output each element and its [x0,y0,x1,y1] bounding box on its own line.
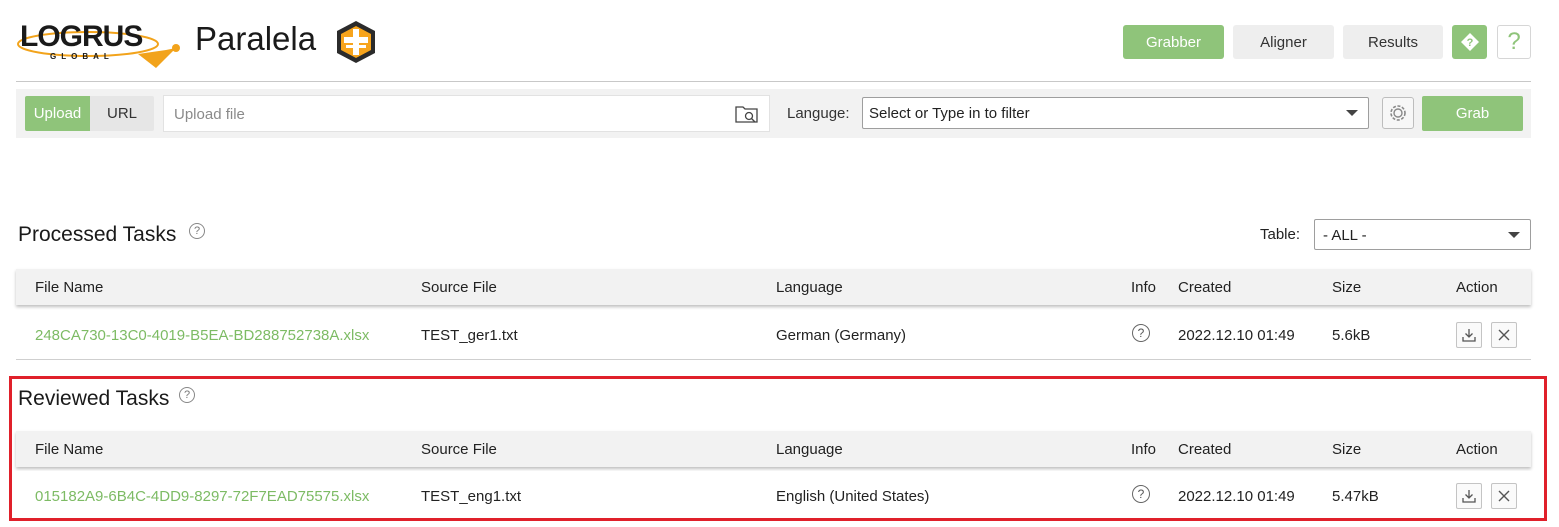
logrus-logo[interactable]: LOGRUS GLOBAL [16,18,186,68]
logo-wordmark: LOGRUS [20,20,143,53]
help-button[interactable]: ? [1497,25,1531,59]
table-row: 248CA730-13C0-4019-B5EA-BD288752738A.xls… [16,310,1531,360]
table-filter-label: Table: [1260,226,1301,243]
info-icon[interactable]: ? [1132,324,1150,342]
language-select[interactable]: Select or Type in to filter [862,97,1369,129]
upload-tab[interactable]: Upload [25,96,90,131]
nav-results-button[interactable]: Results [1343,25,1443,59]
processed-tasks-title: Processed Tasks [18,223,177,246]
col-info: Info [1131,441,1157,458]
chevron-down-icon [1508,232,1520,238]
settings-button[interactable] [1382,97,1414,129]
col-language[interactable]: Language [776,279,843,296]
col-size[interactable]: Size [1332,441,1361,458]
nav-aligner-button[interactable]: Aligner [1233,25,1334,59]
app-header: LOGRUS GLOBAL Paralela Grabber Aligner R… [0,0,1559,82]
download-button[interactable] [1456,322,1482,348]
reviewed-help-icon[interactable]: ? [179,387,195,403]
created-value: 2022.12.10 01:49 [1178,488,1295,505]
col-created[interactable]: Created [1178,441,1231,458]
col-info: Info [1131,279,1157,296]
download-button[interactable] [1456,483,1482,509]
row-divider [16,359,1531,360]
language-value: English (United States) [776,488,930,505]
language-select-placeholder: Select or Type in to filter [869,105,1030,122]
col-size[interactable]: Size [1332,279,1361,296]
col-created[interactable]: Created [1178,279,1231,296]
svg-text:?: ? [1466,37,1473,49]
url-tab[interactable]: URL [90,96,154,131]
info-icon[interactable]: ? [1132,485,1150,503]
download-icon [1462,490,1476,503]
download-icon [1462,329,1476,342]
gear-icon [1390,105,1406,121]
grab-toolbar: Upload URL Upload file Languge: Select o… [16,89,1531,138]
col-language[interactable]: Language [776,441,843,458]
col-file-name[interactable]: File Name [35,441,103,458]
created-value: 2022.12.10 01:49 [1178,327,1295,344]
paralela-app-icon [337,21,375,63]
source-file: TEST_ger1.txt [421,327,518,344]
file-name-link[interactable]: 015182A9-6B4C-4DD9-8297-72F7EAD75575.xls… [35,488,369,505]
close-icon [1498,490,1510,502]
table-filter-select[interactable]: - ALL - [1314,219,1531,250]
browse-folder-icon[interactable] [735,104,759,124]
source-file: TEST_eng1.txt [421,488,522,505]
col-source-file[interactable]: Source File [421,279,497,296]
size-value: 5.6kB [1332,327,1371,344]
chevron-down-icon [1346,110,1358,116]
language-label: Languge: [787,105,850,122]
processed-table-header: File Name Source File Language Info Crea… [16,269,1531,305]
nav-grabber-button[interactable]: Grabber [1123,25,1224,59]
col-action: Action [1456,441,1498,458]
question-diamond-icon: ? [1460,33,1479,51]
grab-button[interactable]: Grab [1422,96,1523,131]
size-value: 5.47kB [1332,488,1379,505]
language-value: German (Germany) [776,327,907,344]
close-icon [1498,329,1510,341]
col-file-name[interactable]: File Name [35,279,103,296]
col-action: Action [1456,279,1498,296]
processed-help-icon[interactable]: ? [189,223,205,239]
reviewed-tasks-title: Reviewed Tasks [18,387,170,410]
logo-subtext: GLOBAL [50,52,114,61]
delete-button[interactable] [1491,483,1517,509]
reviewed-table-header: File Name Source File Language Info Crea… [16,431,1531,467]
table-row: 015182A9-6B4C-4DD9-8297-72F7EAD75575.xls… [16,471,1531,521]
col-source-file[interactable]: Source File [421,441,497,458]
file-name-link[interactable]: 248CA730-13C0-4019-B5EA-BD288752738A.xls… [35,327,369,344]
app-title: Paralela [195,20,317,57]
upload-file-input[interactable]: Upload file [163,95,770,132]
question-diamond-button[interactable]: ? [1452,25,1487,59]
table-filter-value: - ALL - [1323,227,1367,244]
header-divider [16,81,1531,82]
delete-button[interactable] [1491,322,1517,348]
upload-placeholder: Upload file [174,106,245,123]
